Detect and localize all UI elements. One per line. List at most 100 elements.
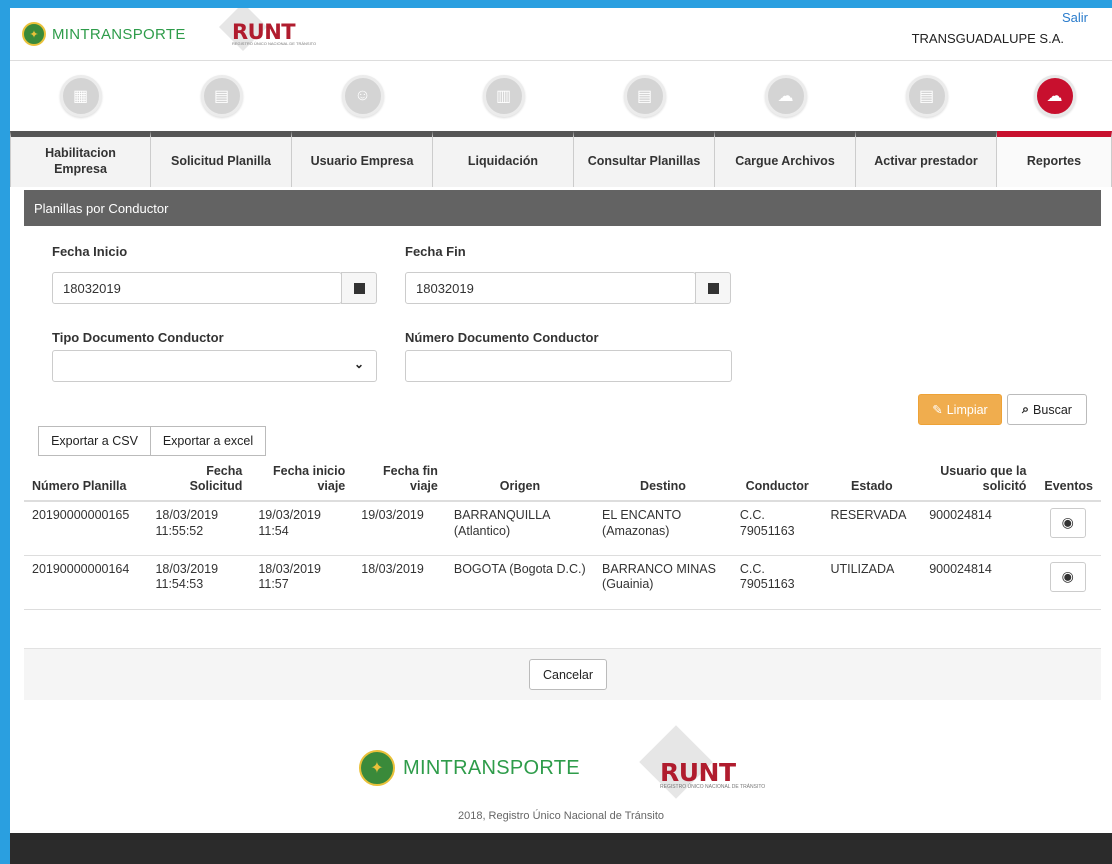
chevron-down-icon: ⌄ — [354, 357, 365, 371]
search-label: Buscar — [1033, 402, 1072, 417]
calculator-icon[interactable]: ▥ — [482, 75, 525, 117]
tipo-documento-label: Tipo Documento Conductor — [52, 330, 224, 345]
nav-icon-cell: ▤ — [574, 75, 715, 125]
export-excel-button[interactable]: Exportar a excel — [150, 426, 266, 456]
cancel-button[interactable]: Cancelar — [529, 659, 607, 690]
cell-destino: EL ENCANTO (Amazonas) — [594, 501, 732, 556]
user-icon[interactable]: ☺ — [341, 75, 384, 117]
nav-icon-cell: ☁ — [997, 75, 1112, 125]
document-check-icon[interactable]: ▤ — [905, 75, 948, 117]
cell-eventos: ◉ — [1034, 555, 1101, 610]
view-events-button[interactable]: ◉ — [1049, 508, 1086, 538]
cell-destino: BARRANCO MINAS (Guainia) — [594, 555, 732, 610]
mintransporte-logo: ✦ MINTRANSPORTE — [22, 22, 186, 46]
clear-label: Limpiar — [946, 402, 988, 417]
tab-consultar-planillas[interactable]: Consultar Planillas — [574, 131, 715, 187]
colombia-seal-icon: ✦ — [22, 22, 46, 46]
form-footer: Cancelar — [24, 648, 1101, 700]
tab-activar-prestador[interactable]: Activar prestador — [856, 131, 997, 187]
main-nav: ▦ ▤ ☺ ▥ ▤ ☁ ▤ ☁ Habilitacion Empresa Sol… — [10, 60, 1112, 187]
tab-cargue-archivos[interactable]: Cargue Archivos — [715, 131, 856, 187]
col-destino: Destino — [594, 460, 732, 502]
footer-runt-wordmark: RUNT — [660, 758, 736, 787]
numero-documento-label: Número Documento Conductor — [405, 330, 599, 345]
view-events-button[interactable]: ◉ — [1049, 561, 1086, 592]
cloud-upload-icon[interactable]: ☁ — [764, 75, 807, 117]
clear-button[interactable]: ✎ Limpiar — [918, 394, 1002, 425]
nav-icon-cell: ☺ — [292, 75, 433, 125]
export-csv-button[interactable]: Exportar a CSV — [38, 426, 151, 456]
nav-icon-row: ▦ ▤ ☺ ▥ ▤ ☁ ▤ ☁ — [10, 75, 1112, 125]
cell-numero: 20190000000165 — [24, 501, 148, 556]
bottom-dark-bar — [10, 833, 1112, 864]
nav-icon-cell: ▥ — [433, 75, 574, 125]
document-icon[interactable]: ▤ — [200, 75, 243, 117]
calendar-button[interactable] — [695, 272, 731, 304]
col-fecha-solicitud: Fecha Solicitud — [147, 460, 251, 502]
cell-conductor: C.C. 79051163 — [731, 501, 823, 556]
tab-liquidacion[interactable]: Liquidación — [433, 131, 574, 187]
footer-mintransporte-logo: ✦ MINTRANSPORTE — [359, 750, 580, 786]
colombia-seal-icon: ✦ — [359, 750, 395, 786]
cell-fecha-fin: 18/03/2019 — [353, 555, 446, 610]
tipo-documento-select[interactable] — [52, 350, 377, 382]
panel-title: Planillas por Conductor — [24, 190, 1101, 226]
numero-documento-input[interactable] — [405, 350, 732, 382]
cell-conductor: C.C. 79051163 — [731, 555, 823, 610]
cell-estado: UTILIZADA — [822, 555, 922, 610]
tab-reportes[interactable]: Reportes — [997, 131, 1112, 187]
col-estado: Estado — [822, 460, 922, 502]
col-origen: Origen — [445, 460, 595, 502]
tab-usuario-empresa[interactable]: Usuario Empresa — [292, 131, 433, 187]
filter-form: Fecha Inicio 18032019 Fecha Fin 18032019… — [24, 226, 1101, 411]
calendar-icon — [353, 282, 365, 294]
cell-fecha-inicio: 19/03/2019 11:54 — [250, 501, 354, 556]
search-icon: ⌕ — [1022, 402, 1030, 416]
cell-fecha-solicitud: 18/03/2019 11:55:52 — [147, 501, 251, 556]
eraser-icon: ✎ — [932, 403, 943, 417]
cell-fecha-solicitud: 18/03/2019 11:54:53 — [147, 555, 251, 610]
cell-origen: BARRANQUILLA (Atlantico) — [445, 501, 595, 556]
tab-habilitacion-empresa[interactable]: Habilitacion Empresa — [10, 131, 151, 187]
cell-usuario: 900024814 — [921, 501, 1035, 556]
nav-icon-cell: ▤ — [856, 75, 997, 125]
cell-estado: RESERVADA — [822, 501, 922, 556]
tab-solicitud-planilla[interactable]: Solicitud Planilla — [151, 131, 292, 187]
search-button[interactable]: ⌕ Buscar — [1007, 394, 1087, 425]
building-icon[interactable]: ▦ — [59, 75, 102, 117]
fecha-fin-input[interactable]: 18032019 — [405, 272, 696, 304]
planillas-table: Número Planilla Fecha Solicitud Fecha in… — [24, 460, 1101, 610]
company-name: TRANSGUADALUPE S.A. — [911, 31, 1064, 46]
report-panel: Planillas por Conductor Fecha Inicio 180… — [24, 190, 1101, 411]
col-usuario: Usuario que la solicitó — [921, 460, 1035, 502]
fecha-inicio-label: Fecha Inicio — [52, 244, 128, 259]
eye-icon: ◉ — [1061, 567, 1074, 584]
cell-fecha-fin: 19/03/2019 — [353, 501, 446, 556]
cloud-upload-icon[interactable]: ☁ — [1033, 75, 1076, 117]
cell-numero: 20190000000164 — [24, 555, 148, 610]
cell-origen: BOGOTA (Bogota D.C.) — [445, 555, 595, 610]
nav-icon-cell: ▤ — [151, 75, 292, 125]
fecha-inicio-input[interactable]: 18032019 — [52, 272, 342, 304]
runt-subtitle: REGISTRO ÚNICO NACIONAL DE TRÁNSITO — [232, 41, 317, 46]
cell-fecha-inicio: 18/03/2019 11:57 — [250, 555, 354, 610]
eye-icon: ◉ — [1061, 514, 1074, 531]
mintransporte-text: MINTRANSPORTE — [52, 25, 186, 43]
nav-icon-cell: ☁ — [715, 75, 856, 125]
col-fecha-inicio: Fecha inicio viaje — [250, 460, 354, 502]
table-row: 20190000000164 18/03/2019 11:54:53 18/03… — [24, 555, 1101, 610]
logout-link[interactable]: Salir — [1062, 10, 1088, 25]
runt-logo: RUNT REGISTRO ÚNICO NACIONAL DE TRÁNSITO — [218, 8, 317, 52]
table-header-row: Número Planilla Fecha Solicitud Fecha in… — [24, 460, 1101, 502]
footer-mintransporte-text: MINTRANSPORTE — [403, 756, 580, 779]
nav-tab-row: Habilitacion Empresa Solicitud Planilla … — [10, 131, 1112, 187]
calendar-button[interactable] — [341, 272, 377, 304]
col-numero-planilla: Número Planilla — [24, 460, 148, 502]
fecha-fin-label: Fecha Fin — [405, 244, 466, 259]
document-search-icon[interactable]: ▤ — [623, 75, 666, 117]
col-eventos: Eventos — [1034, 460, 1101, 502]
top-header: ✦ MINTRANSPORTE RUNT REGISTRO ÚNICO NACI… — [10, 8, 1112, 60]
page-frame: ✦ MINTRANSPORTE RUNT REGISTRO ÚNICO NACI… — [10, 8, 1112, 864]
footer-runt-logo: RUNT REGISTRO ÚNICO NACIONAL DE TRÁNSITO — [639, 725, 765, 799]
cell-eventos: ◉ — [1034, 501, 1101, 556]
